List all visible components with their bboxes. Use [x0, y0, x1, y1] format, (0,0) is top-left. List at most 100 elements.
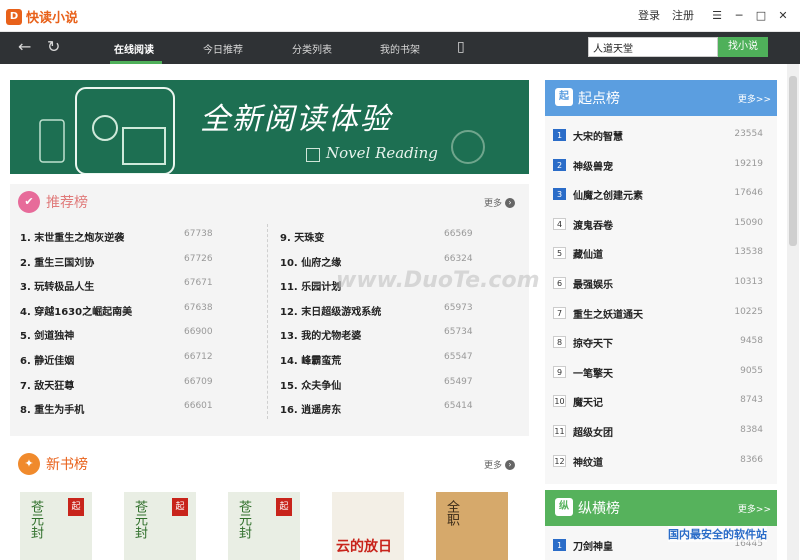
tab-today-recommend[interactable]: 今日推荐	[203, 41, 243, 56]
rank-badge: 4	[553, 217, 566, 230]
minimize-icon[interactable]: ─	[728, 9, 750, 22]
book-title: 大宋的智慧	[573, 132, 623, 143]
cover-title: 苍元封	[132, 500, 147, 539]
book-count: 66709	[184, 376, 213, 387]
list-item[interactable]: 8 掠夺天下 9458	[545, 327, 777, 357]
rank-badge: 10	[553, 395, 566, 408]
scroll-thumb[interactable]	[789, 76, 797, 246]
promo-banner[interactable]: 全新阅读体验 Novel Reading	[10, 80, 529, 174]
rank-badge: 5	[553, 247, 566, 260]
book-title: 一笔擎天	[573, 368, 613, 380]
rank-badge: 6	[553, 277, 566, 289]
app-logo: D 快读小说	[6, 7, 78, 26]
book-title: 最强娱乐	[573, 280, 613, 291]
list-item[interactable]: 13. 我的尤物老婆 65734	[270, 322, 520, 347]
maximize-icon[interactable]: □	[750, 9, 772, 22]
cover-title: 苍元封	[236, 500, 251, 539]
back-arrow-icon[interactable]: ←	[18, 38, 31, 56]
qidian-seal-icon: 起	[68, 498, 84, 516]
book-title: 超级女团	[573, 428, 613, 439]
list-item[interactable]: 1. 末世重生之炮灰逆袭 67738	[10, 224, 260, 249]
refresh-icon[interactable]: ↻	[47, 38, 60, 56]
rank-badge: 7	[553, 306, 566, 319]
list-item[interactable]: 12. 末日超级游戏系统 65973	[270, 298, 520, 323]
rank-badge: 12	[553, 454, 566, 467]
list-item[interactable]: 3 仙魔之创建元素 17646	[545, 179, 777, 209]
list-item[interactable]: 2. 重生三国刘协 67726	[10, 249, 260, 274]
mobile-icon[interactable]: ▯	[457, 38, 465, 56]
qidian-more-link[interactable]: 更多>>	[738, 92, 771, 105]
register-link[interactable]: 注册	[672, 7, 694, 23]
newbooks-title: 新书榜	[46, 457, 88, 473]
tab-online-reading[interactable]: 在线阅读	[114, 41, 154, 56]
book-title: 16. 逍遥房东	[280, 405, 342, 417]
book-count: 67638	[184, 302, 213, 313]
search-input[interactable]	[588, 37, 718, 57]
book-title: 10. 仙府之缘	[280, 257, 342, 269]
list-item[interactable]: 4 渡鬼吞卷 15090	[545, 209, 777, 239]
book-title: 渡鬼吞卷	[573, 220, 613, 232]
list-item[interactable]: 9 一笔擎天 9055	[545, 357, 777, 387]
list-item[interactable]: 12 神纹道 8366	[545, 446, 777, 476]
recommend-title: 推荐榜	[46, 195, 88, 211]
newbooks-header: ✦ 新书榜	[18, 452, 88, 476]
menu-icon[interactable]: ☰	[706, 9, 728, 22]
book-title: 重生之妖道通天	[573, 309, 643, 321]
login-link[interactable]: 登录	[638, 7, 660, 23]
book-count: 67738	[184, 229, 213, 239]
list-item[interactable]: 5 藏仙道 13538	[545, 238, 777, 268]
book-cover[interactable]: 苍元封 起	[124, 492, 196, 560]
more-label: 更多	[483, 461, 502, 471]
book-count: 67671	[184, 278, 213, 289]
tab-my-bookshelf[interactable]: 我的书架	[380, 41, 420, 56]
rank-badge: 11	[553, 425, 566, 437]
tab-category-list[interactable]: 分类列表	[292, 41, 332, 56]
rank-badge: 1	[553, 129, 566, 141]
book-cover[interactable]: 苍元封 起	[228, 492, 300, 560]
zongheng-panel: 纵 纵横榜 更多>> 1 刀剑神皇 16445	[545, 490, 777, 560]
cover-title: 苍元封	[28, 500, 43, 539]
list-item[interactable]: 2 神级兽宠 19219	[545, 150, 777, 180]
list-item[interactable]: 7. 敌天狂尊 66709	[10, 372, 260, 397]
book-cover[interactable]: 云的放日	[332, 492, 404, 560]
list-item[interactable]: 16. 逍遥房东 65414	[270, 396, 520, 421]
list-item[interactable]: 1 大宋的智慧 23554	[545, 120, 777, 150]
list-item[interactable]: 6. 静近佳姻 66712	[10, 347, 260, 372]
rank-badge: 8	[553, 336, 566, 349]
book-title: 魔天记	[573, 398, 603, 410]
book-title: 刀剑神皇	[573, 542, 613, 553]
book-title: 3. 玩转极品人生	[20, 282, 95, 294]
book-count: 10313	[734, 277, 763, 287]
list-item[interactable]: 14. 峰霸蛮荒 65547	[270, 347, 520, 372]
book-cover[interactable]: 全职	[436, 492, 508, 560]
newbooks-more-link[interactable]: 更多 ›	[484, 458, 515, 471]
book-count: 17646	[734, 188, 763, 199]
list-item[interactable]: 3. 玩转极品人生 67671	[10, 273, 260, 298]
recommend-header: ✔ 推荐榜	[18, 190, 88, 214]
list-item[interactable]: 6 最强娱乐 10313	[545, 268, 777, 298]
qidian-title: 起点榜	[578, 91, 620, 107]
qidian-seal-icon: 起	[172, 498, 188, 516]
list-item[interactable]: 4. 穿越1630之崛起南美 67638	[10, 298, 260, 323]
book-cover[interactable]: 苍元封 起	[20, 492, 92, 560]
close-icon[interactable]: ✕	[772, 9, 794, 22]
list-item[interactable]: 8. 重生为手机 66601	[10, 396, 260, 421]
recommend-list-right: 9. 天珠变 66569 10. 仙府之缘 66324 11. 乐园计划 12. 末…	[270, 224, 520, 421]
list-item[interactable]: 7 重生之妖道通天 10225	[545, 298, 777, 328]
list-item[interactable]: 9. 天珠变 66569	[270, 224, 520, 249]
list-item[interactable]: 15. 众夫争仙 65497	[270, 372, 520, 397]
zongheng-more-link[interactable]: 更多>>	[738, 502, 771, 515]
book-count: 65973	[444, 302, 473, 313]
rank-badge: 1	[553, 539, 566, 551]
recommend-more-link[interactable]: 更多 ›	[484, 196, 515, 209]
search-button[interactable]: 找小说	[718, 37, 768, 57]
corner-watermark: 国内最安全的软件站	[668, 526, 767, 542]
list-item[interactable]: 10 魔天记 8743	[545, 386, 777, 416]
book-title: 14. 峰霸蛮荒	[280, 355, 342, 367]
list-item[interactable]: 5. 剑道独神 66900	[10, 322, 260, 347]
list-item[interactable]: 11 超级女团 8384	[545, 416, 777, 446]
scrollbar[interactable]	[787, 64, 799, 560]
window-controls: 登录 注册 ☰ ─ □ ✕	[638, 7, 794, 23]
book-title: 9. 天珠变	[280, 233, 325, 244]
book-title: 11. 乐园计划	[280, 282, 342, 294]
